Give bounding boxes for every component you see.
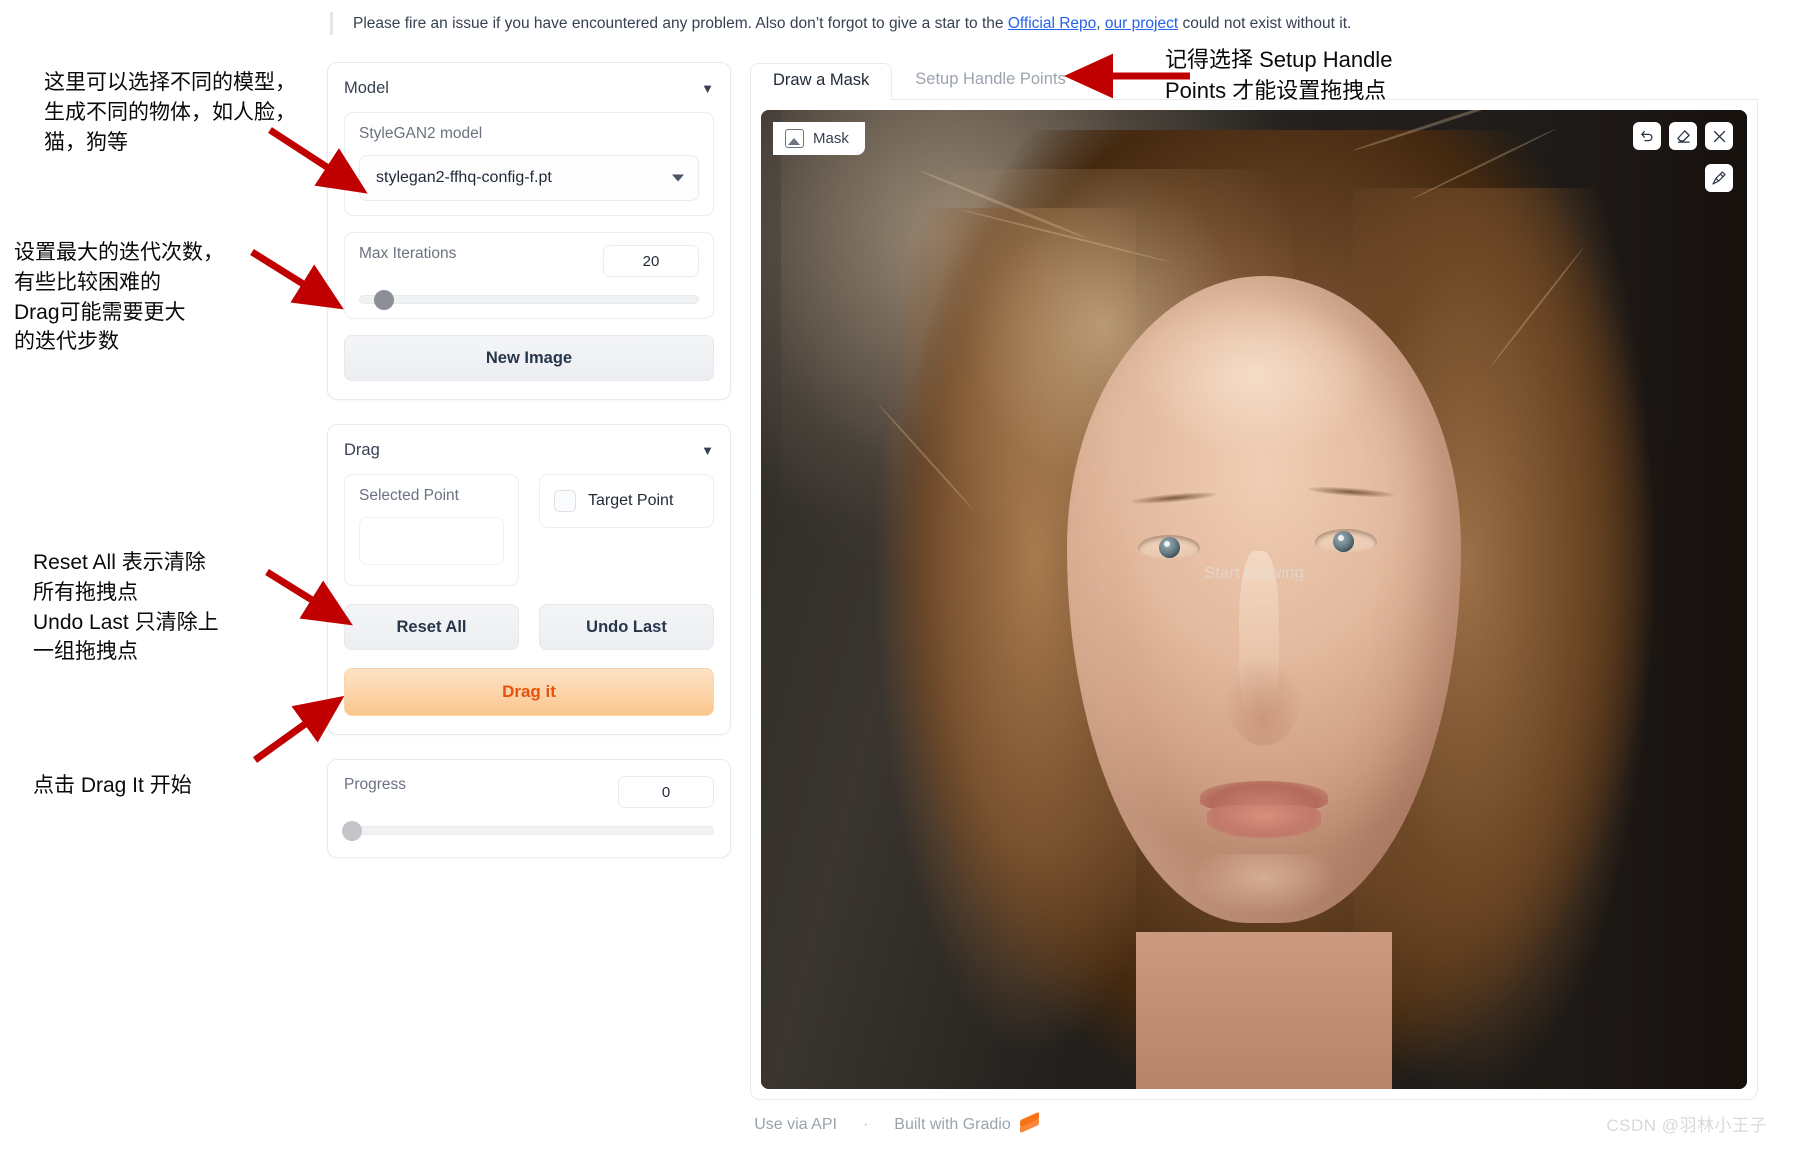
model-select[interactable]: stylegan2-ffhq-config-f.pt [359,155,699,201]
annotation-reset-undo: Reset All 表示清除 所有拖拽点 Undo Last 只清除上 一组拖拽… [33,551,219,664]
eraser-icon[interactable] [1669,122,1697,150]
max-iterations-label: Max Iterations [359,245,457,262]
selected-point-input[interactable] [359,517,504,565]
undo-last-button[interactable]: Undo Last [539,604,714,650]
canvas-toolbar [1633,122,1733,150]
footer-separator: · [862,1115,869,1133]
tab-setup-handle-points[interactable]: Setup Handle Points [892,62,1088,99]
target-point-checkbox[interactable] [554,490,576,512]
target-point-field[interactable]: Target Point [539,474,714,528]
model-select-field: StyleGAN2 model stylegan2-ffhq-config-f.… [344,112,714,216]
mask-chip-label: Mask [813,130,849,147]
drag-points-row: Selected Point Target Point [344,474,714,586]
arrow-to-model-select [268,127,378,198]
drag-panel: Drag ▼ Selected Point Target Point Reset… [327,424,731,735]
chevron-down-icon[interactable]: ▼ [701,444,714,457]
slider-handle[interactable] [373,289,394,310]
model-select-value: stylegan2-ffhq-config-f.pt [376,169,552,186]
progress-panel: Progress 0 [327,759,731,858]
chevron-down-icon[interactable] [672,174,684,182]
drag-action-row: Reset All Undo Last [344,604,714,650]
right-image-column: Draw a Mask Setup Handle Points Start dr… [750,62,1758,1100]
notice-separator: , [1096,15,1105,32]
model-panel-header[interactable]: Model ▼ [344,79,714,98]
built-with-gradio[interactable]: Built with Gradio [894,1111,1039,1134]
arrow-to-setup-handle-points [1064,53,1200,99]
slider-handle[interactable] [342,820,363,841]
top-notice: Please fire an issue if you have encount… [330,12,1430,36]
watermark: CSDN @羽林小王子 [1606,1116,1767,1135]
official-repo-link[interactable]: Official Repo [1008,15,1096,32]
brush-icon[interactable] [1705,164,1733,192]
arrow-to-drag-it [252,695,363,770]
annotation-setup-handle-points: 记得选择 Setup Handle Points 才能设置拖拽点 [1165,47,1393,104]
annotation-max-iterations: 设置最大的迭代次数， 有些比较困难的 Drag可能需要更大 的迭代步数 [14,241,224,354]
model-panel-title: Model [344,79,389,97]
image-canvas[interactable]: Start drawing Mask [761,110,1747,1089]
selected-point-label: Selected Point [359,487,459,504]
our-project-link[interactable]: our project [1105,15,1178,32]
progress-value[interactable]: 0 [618,776,714,808]
footer: Use via API · Built with Gradio [0,1111,1793,1134]
progress-slider[interactable] [342,820,714,841]
notice-text-before: Please fire an issue if you have encount… [353,15,1008,32]
drag-panel-header[interactable]: Drag ▼ [344,441,714,460]
canvas-frame: Start drawing Mask [750,100,1758,1100]
canvas-toolbar-secondary [1705,164,1733,192]
tab-draw-a-mask[interactable]: Draw a Mask [750,63,893,100]
built-with-gradio-label: Built with Gradio [894,1115,1011,1133]
mask-chip: Mask [773,122,865,155]
use-via-api-link[interactable]: Use via API [754,1116,837,1134]
notice-text-after: could not exist without it. [1178,15,1352,32]
model-select-label: StyleGAN2 model [359,125,483,142]
portrait-image [761,110,1747,1089]
gradio-logo-icon [1019,1111,1039,1134]
progress-label: Progress [344,776,407,793]
arrow-to-max-iterations [250,249,360,320]
max-iterations-slider[interactable] [359,289,699,310]
left-control-column: Model ▼ StyleGAN2 model stylegan2-ffhq-c… [327,62,731,882]
chevron-down-icon[interactable]: ▼ [701,82,714,95]
max-iterations-input[interactable]: 20 [603,245,699,277]
target-point-label: Target Point [588,492,674,509]
arrow-to-reset-all [265,569,375,640]
undo-icon[interactable] [1633,122,1661,150]
image-icon [785,129,804,148]
max-iterations-field: Max Iterations 20 [344,232,714,319]
drag-panel-title: Drag [344,441,380,459]
annotation-drag-it: 点击 Drag It 开始 [33,773,192,797]
close-icon[interactable] [1705,122,1733,150]
model-panel: Model ▼ StyleGAN2 model stylegan2-ffhq-c… [327,62,731,400]
drag-it-button[interactable]: Drag it [344,668,714,716]
new-image-button[interactable]: New Image [344,335,714,381]
